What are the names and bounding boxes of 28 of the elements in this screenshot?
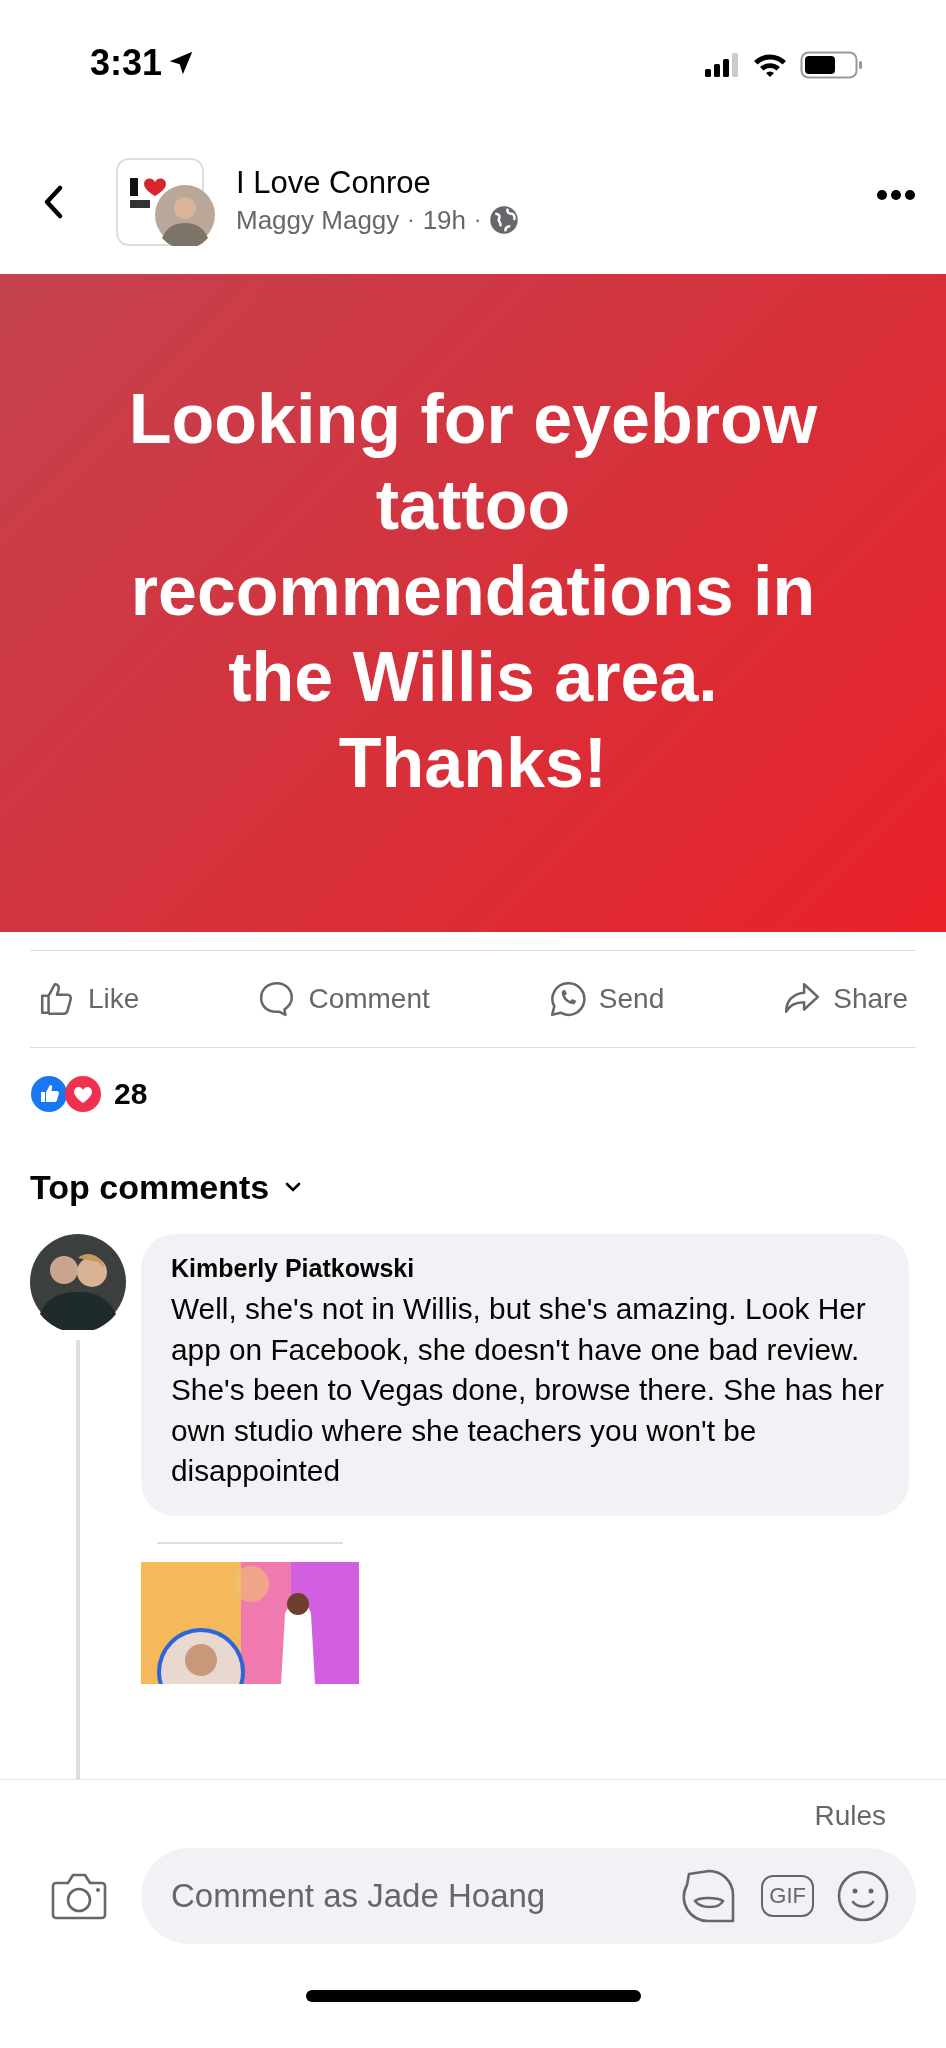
phone-bubble-icon (548, 980, 587, 1018)
comment-sort-dropdown[interactable]: Top comments (30, 1162, 304, 1212)
rules-link[interactable]: Rules (814, 1800, 886, 1832)
author-name[interactable]: Maggy Maggy (236, 204, 400, 236)
comment-text: Well, she's not in Willis, but she's amazing. Look Her app on Facebook, she doesn't have one bad review. She's been to Vegas done, browse there. She has her own studio where she teachers you won't be disappointed (171, 1291, 885, 1489)
globe-icon (489, 205, 520, 235)
group-name[interactable]: I Love Conroe (236, 164, 876, 201)
separator-dot: · (474, 207, 482, 233)
like-button[interactable]: Like (30, 969, 148, 1029)
clock-time: 3:31 (90, 42, 163, 84)
like-reaction-icon (30, 1075, 68, 1113)
profile-avatar (154, 184, 216, 246)
separator-dot: · (407, 207, 415, 233)
post-age[interactable]: 19h (422, 204, 467, 236)
emoji-icon[interactable] (836, 1869, 890, 1923)
signal-icon (704, 52, 740, 78)
love-reaction-icon (64, 1075, 102, 1113)
share-button[interactable]: Share (775, 969, 916, 1029)
reaction-count[interactable]: 28 (114, 1077, 148, 1111)
commenter-name[interactable]: Kimberly Piatkowski (171, 1254, 885, 1283)
post-text: Looking for eyebrow tattoo recommendations in the Willis area. Thanks! (127, 379, 819, 804)
more-options-icon[interactable] (876, 189, 916, 201)
comment-button[interactable]: Comment (250, 969, 438, 1029)
battery-icon (800, 50, 864, 80)
camera-icon[interactable] (50, 1871, 108, 1921)
comment-input-field[interactable]: Comment as Jade Hoang GIF (141, 1848, 916, 1944)
gif-button[interactable]: GIF (761, 1875, 814, 1917)
send-button[interactable]: Send (540, 969, 673, 1029)
